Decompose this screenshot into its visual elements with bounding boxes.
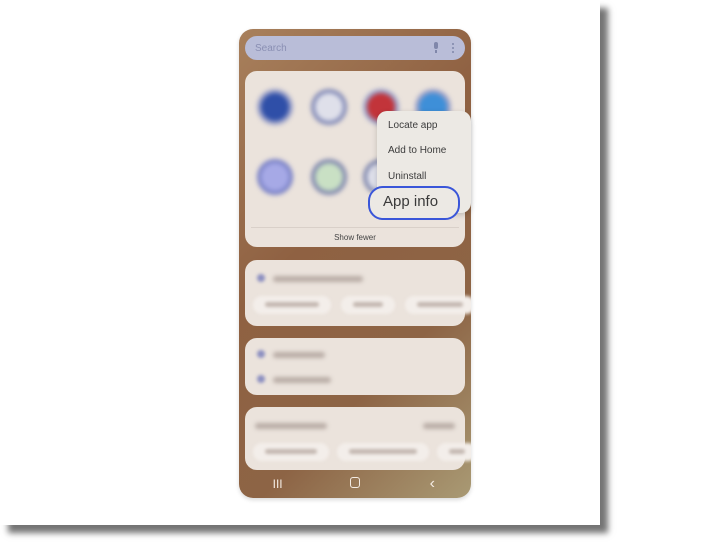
menu-item-uninstall[interactable]: Uninstall <box>388 171 426 182</box>
recent-searches-title <box>255 423 327 429</box>
suggested-settings-title <box>273 276 363 282</box>
downloads-item[interactable] <box>273 352 325 358</box>
divider <box>251 227 459 228</box>
screenshots-icon <box>257 375 265 383</box>
app-icon-5[interactable] <box>261 163 289 191</box>
menu-item-locate-app[interactable]: Locate app <box>388 120 438 131</box>
phone-screen: Search Show fewer III ‹ <box>239 29 471 498</box>
app-icon-6[interactable] <box>315 163 343 191</box>
folders-panel <box>245 338 465 395</box>
search-input[interactable]: Search <box>255 43 432 54</box>
menu-item-app-info[interactable]: App info <box>368 186 460 220</box>
show-fewer-button[interactable]: Show fewer <box>245 233 465 242</box>
app-info-label: App info <box>383 193 439 210</box>
recent-searches-panel <box>245 407 471 470</box>
more-vertical-icon[interactable] <box>452 43 455 53</box>
app-icon-1[interactable] <box>261 93 289 121</box>
suggestion-chip[interactable] <box>253 296 331 314</box>
app-icon-2[interactable] <box>315 93 343 121</box>
navigation-bar: III ‹ <box>239 470 471 498</box>
search-bar[interactable]: Search <box>245 36 465 60</box>
back-icon[interactable]: ‹ <box>412 475 452 493</box>
recent-search-chip[interactable] <box>437 443 471 461</box>
menu-item-add-to-home[interactable]: Add to Home <box>388 145 446 156</box>
suggestion-chip[interactable] <box>341 296 395 314</box>
suggested-settings-panel <box>245 260 471 326</box>
downloads-icon <box>257 350 265 358</box>
suggestion-chip[interactable] <box>405 296 471 314</box>
screenshots-item[interactable] <box>273 377 331 383</box>
recent-search-chip[interactable] <box>253 443 329 461</box>
recents-icon[interactable]: III <box>258 477 298 491</box>
settings-icon <box>257 274 265 282</box>
clear-all-button[interactable] <box>423 423 455 429</box>
recent-search-chip[interactable] <box>337 443 429 461</box>
microphone-icon[interactable] <box>432 42 440 54</box>
home-icon[interactable] <box>335 477 375 491</box>
